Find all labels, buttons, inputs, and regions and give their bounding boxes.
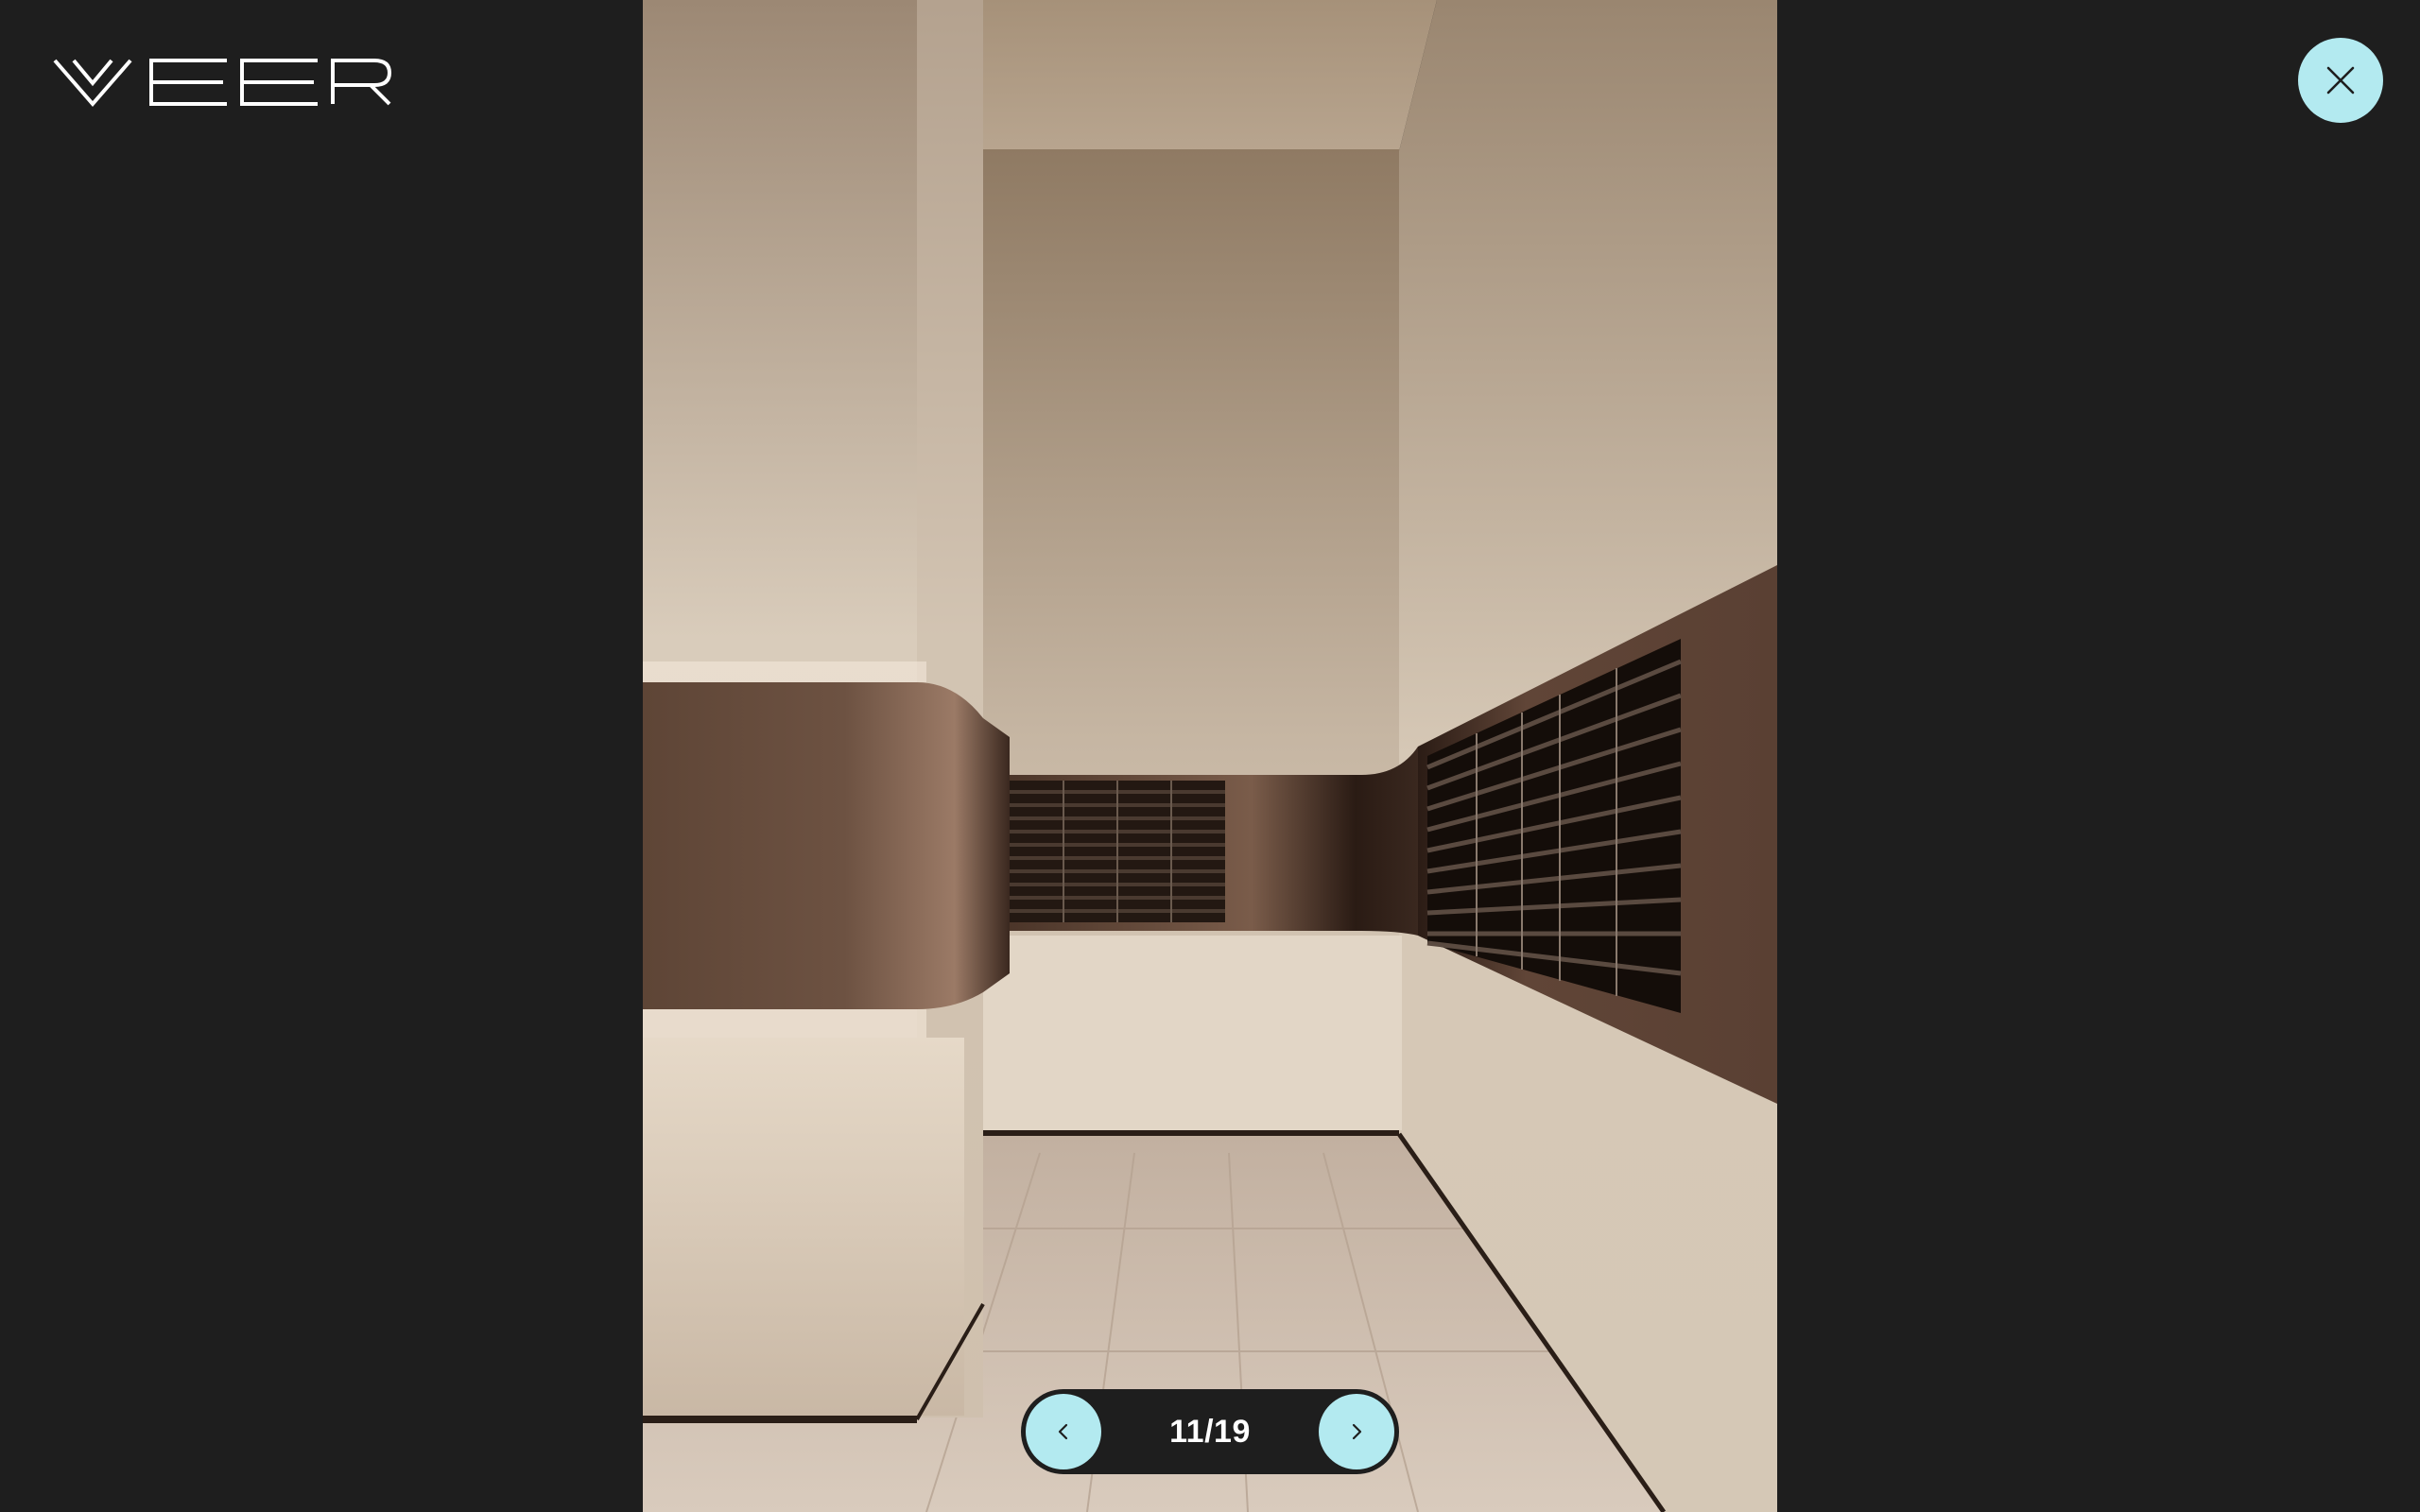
gallery-photo: [643, 0, 1777, 1512]
gallery-lightbox: VEER: [0, 0, 2420, 1512]
slide-counter: 11/19: [1169, 1413, 1251, 1450]
back-mailboxes: [1010, 781, 1225, 922]
chevron-left-icon: [1058, 1423, 1068, 1440]
close-button[interactable]: [2298, 38, 2383, 123]
previous-button[interactable]: [1026, 1394, 1101, 1469]
veer-logo-icon: [53, 59, 392, 108]
lobby-mailroom-image: [643, 0, 1777, 1512]
gallery-pager: 11/19: [1021, 1389, 1399, 1474]
brand-logo[interactable]: VEER: [53, 55, 393, 112]
close-icon: [2326, 66, 2355, 94]
next-button[interactable]: [1319, 1394, 1394, 1469]
chevron-right-icon: [1352, 1423, 1362, 1440]
